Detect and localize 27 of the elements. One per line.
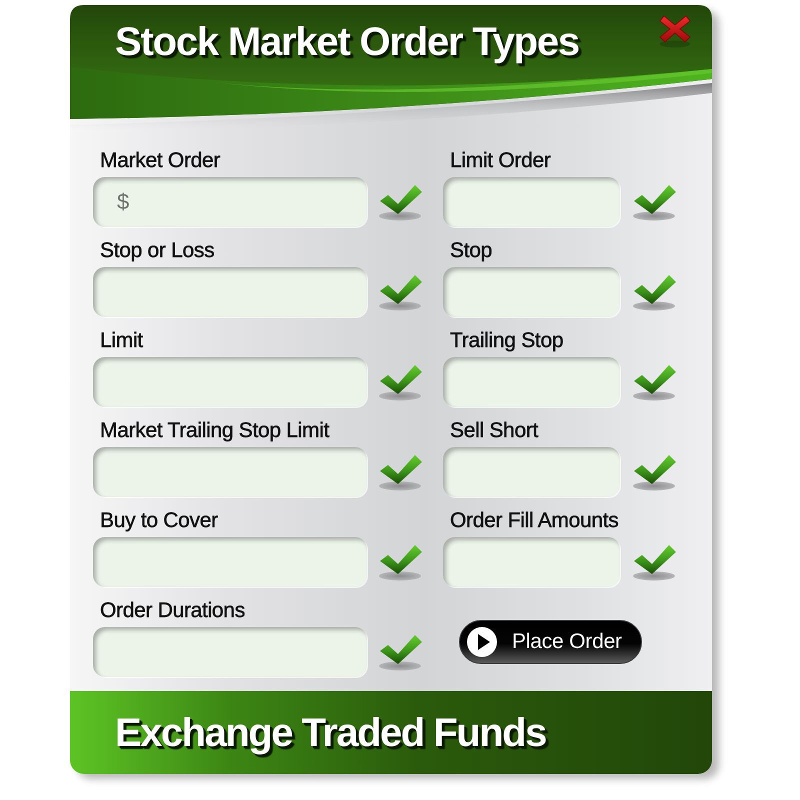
input-field[interactable]: $: [93, 177, 367, 227]
input-field[interactable]: [93, 627, 367, 677]
field-label: Market Order: [100, 149, 220, 173]
input-field[interactable]: [93, 267, 367, 317]
input-field[interactable]: [443, 357, 620, 407]
field-label: Stop: [450, 239, 492, 263]
input-field[interactable]: [443, 177, 620, 227]
field-label: Buy to Cover: [100, 509, 218, 533]
field-label: Order Fill Amounts: [450, 509, 618, 533]
close-icon[interactable]: [659, 14, 691, 48]
field-label: Trailing Stop: [450, 329, 564, 353]
field-label: Limit: [100, 329, 143, 353]
field-label: Order Durations: [100, 599, 245, 623]
field-label: Sell Short: [450, 419, 538, 443]
place-order-button[interactable]: Place Order: [459, 620, 642, 664]
input-field[interactable]: [93, 537, 367, 587]
window-title: Stock Market Order Types: [115, 19, 579, 65]
play-icon: [467, 627, 497, 657]
input-field[interactable]: [93, 447, 367, 497]
field-label: Market Trailing Stop Limit: [100, 419, 330, 443]
field-label: Stop or Loss: [100, 239, 214, 263]
input-field[interactable]: [443, 447, 620, 497]
footer-title: Exchange Traded Funds: [115, 710, 546, 756]
input-field[interactable]: [443, 267, 620, 317]
input-field[interactable]: [443, 537, 620, 587]
input-field[interactable]: [93, 357, 367, 407]
field-label: Limit Order: [450, 149, 551, 173]
